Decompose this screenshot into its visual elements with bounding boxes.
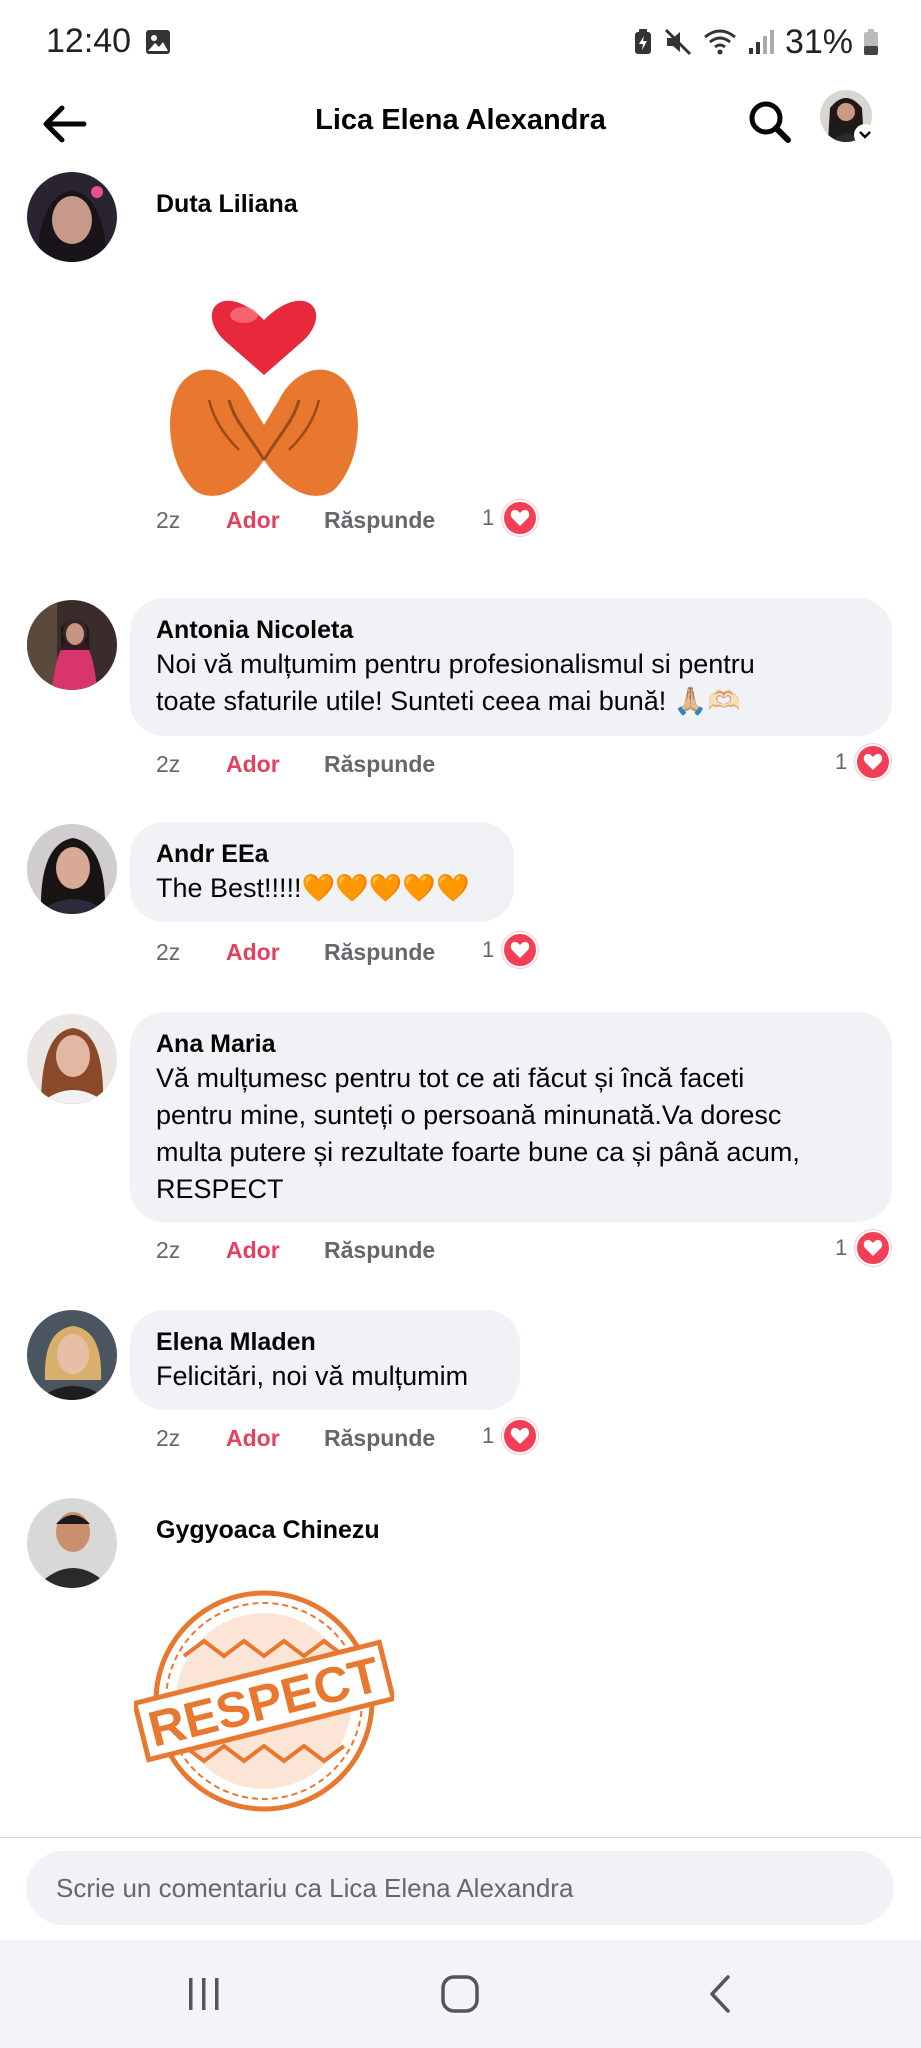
comment-time: 2z <box>156 938 181 965</box>
reaction-summary[interactable]: 1 <box>835 1228 892 1268</box>
comment-time: 2z <box>156 1236 181 1263</box>
home-button[interactable] <box>420 1966 500 2022</box>
reaction-count: 1 <box>835 1235 848 1260</box>
reaction-count: 1 <box>482 1423 495 1448</box>
comment-input[interactable]: Scrie un comentariu ca Lica Elena Alexan… <box>26 1851 894 1925</box>
comment-actions: 2z Ador Răspunde <box>156 500 435 540</box>
comment-actions: 2z Ador Răspunde <box>156 932 435 972</box>
chevron-down-icon <box>854 124 876 146</box>
comment-time: 2z <box>156 506 181 533</box>
recent-apps-icon <box>189 1978 219 2010</box>
battery-percent: 31% <box>784 22 853 61</box>
comment-text-line: The Best!!!!!🧡🧡🧡🧡🧡 <box>156 873 470 903</box>
reaction-summary[interactable]: 1 <box>482 930 539 970</box>
gallery-icon <box>146 30 170 54</box>
status-icons: 31% <box>633 22 879 62</box>
reaction-count: 1 <box>835 749 848 774</box>
signal-icon <box>748 30 774 54</box>
comment-bubble: Ana Maria Vă mulțumesc pentru tot ce ati… <box>130 1012 892 1222</box>
reaction-count: 1 <box>482 937 495 962</box>
system-nav-bar <box>0 1940 921 2048</box>
battery-icon <box>864 29 878 55</box>
comment-actions: 2z Ador Răspunde <box>156 1230 435 1270</box>
comment-bubble: Andr EEa The Best!!!!!🧡🧡🧡🧡🧡 <box>130 822 514 922</box>
avatar[interactable] <box>27 824 117 914</box>
comment-text-line: Vă mulțumesc pentru tot ce ati făcut și … <box>156 1063 745 1093</box>
reaction-summary[interactable]: 1 <box>482 1416 539 1456</box>
comment-input-placeholder: Scrie un comentariu ca Lica Elena Alexan… <box>56 1872 574 1903</box>
search-icon <box>749 101 791 143</box>
status-bar: 12:40 31% <box>0 0 921 84</box>
comment: Antonia Nicoleta Noi vă mulțumim pentru … <box>0 598 921 788</box>
comment-author[interactable]: Andr EEa <box>156 838 488 870</box>
profile-switcher[interactable] <box>820 90 876 146</box>
reply-button[interactable]: Răspunde <box>324 507 435 534</box>
nav-back-icon <box>710 1975 730 2013</box>
comment-text-line: multa putere și rezultate foarte bune ca… <box>156 1137 800 1167</box>
love-button[interactable]: Ador <box>226 1237 324 1264</box>
avatar[interactable] <box>27 600 117 690</box>
reaction-summary[interactable]: 1 <box>482 498 539 538</box>
wifi-icon <box>704 29 736 55</box>
comment-text-line: toate sfaturile utile! Sunteti ceea mai … <box>156 686 742 716</box>
reply-button[interactable]: Răspunde <box>324 751 435 778</box>
mute-icon <box>664 28 691 56</box>
heart-icon <box>502 1418 539 1454</box>
reply-button[interactable]: Răspunde <box>324 1237 435 1264</box>
heart-icon <box>502 932 539 968</box>
comment-header: Gygyoaca Chinezu <box>156 1514 380 1546</box>
recent-apps-button[interactable] <box>164 1966 244 2022</box>
comment-header: Duta Liliana <box>156 188 298 220</box>
avatar[interactable] <box>27 1310 117 1400</box>
comment-text-line: RESPECT <box>156 1174 284 1204</box>
comment-author[interactable]: Ana Maria <box>156 1028 866 1060</box>
love-button[interactable]: Ador <box>226 751 324 778</box>
comment-author[interactable]: Gygyoaca Chinezu <box>156 1514 380 1546</box>
respect-stamp-sticker: RESPECT <box>131 1586 397 1821</box>
love-button[interactable]: Ador <box>226 507 324 534</box>
header: Lica Elena Alexandra <box>0 84 921 170</box>
comment-author[interactable]: Antonia Nicoleta <box>156 614 866 646</box>
comment-text-line: Noi vă mulțumim pentru profesionalismul … <box>156 649 755 679</box>
comment-time: 2z <box>156 750 181 777</box>
avatar[interactable] <box>27 172 117 262</box>
avatar[interactable] <box>27 1014 117 1104</box>
heart-icon <box>855 1230 892 1266</box>
battery-saver-icon <box>634 29 651 54</box>
heart-icon <box>855 744 892 780</box>
reply-button[interactable]: Răspunde <box>324 1425 435 1452</box>
reaction-summary[interactable]: 1 <box>835 742 892 782</box>
comment: Ana Maria Vă mulțumesc pentru tot ce ati… <box>0 1012 921 1272</box>
comment: Elena Mladen Felicitări, noi vă mulțumim… <box>0 1310 921 1470</box>
reaction-count: 1 <box>482 505 495 530</box>
comment: Andr EEa The Best!!!!!🧡🧡🧡🧡🧡 2z Ador Răsp… <box>0 822 921 982</box>
avatar[interactable] <box>27 1498 117 1588</box>
home-icon <box>441 1975 479 2013</box>
comment-text-line: Felicitări, noi vă mulțumim <box>156 1361 469 1391</box>
comment-time: 2z <box>156 1424 181 1451</box>
comment: Gygyoaca Chinezu RESPECT <box>0 1498 921 1828</box>
reply-button[interactable]: Răspunde <box>324 939 435 966</box>
comment-author[interactable]: Elena Mladen <box>156 1326 494 1358</box>
love-button[interactable]: Ador <box>226 1425 324 1452</box>
comment-bubble: Elena Mladen Felicitări, noi vă mulțumim <box>130 1310 520 1410</box>
comment-bubble: Antonia Nicoleta Noi vă mulțumim pentru … <box>130 598 892 736</box>
comment-actions: 2z Ador Răspunde <box>156 744 435 784</box>
comment-author[interactable]: Duta Liliana <box>156 188 298 220</box>
comment-actions: 2z Ador Răspunde <box>156 1418 435 1458</box>
comment: Duta Liliana 2z Ador Răspunde 1 <box>0 170 921 570</box>
nav-back-button[interactable] <box>680 1966 760 2022</box>
divider <box>0 1837 921 1838</box>
love-button[interactable]: Ador <box>226 939 324 966</box>
status-time: 12:40 <box>46 22 132 60</box>
search-button[interactable] <box>740 92 800 152</box>
comment-text-line: pentru mine, sunteți o persoană minunată… <box>156 1100 782 1130</box>
hands-heart-sticker <box>154 260 374 505</box>
heart-icon <box>502 500 539 536</box>
